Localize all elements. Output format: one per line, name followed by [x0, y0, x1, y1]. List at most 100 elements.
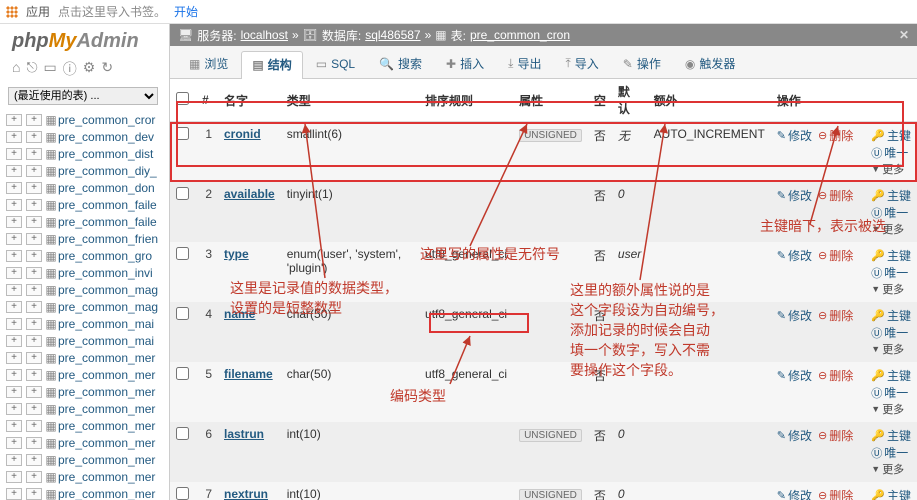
close-icon[interactable]: ✕: [899, 28, 909, 42]
primary-action[interactable]: 🔑主键: [871, 487, 911, 500]
expand-icon[interactable]: +: [26, 386, 42, 398]
more-action[interactable]: 更多: [871, 401, 911, 417]
primary-action[interactable]: 🔑主键: [871, 187, 911, 204]
tree-item[interactable]: ++▦pre_common_mai: [4, 315, 169, 332]
apps-grid-icon[interactable]: [6, 6, 18, 18]
tree-item[interactable]: ++▦pre_common_don: [4, 179, 169, 196]
tab-导出[interactable]: ⤓导出: [497, 50, 552, 78]
column-link[interactable]: cronid: [224, 127, 261, 141]
row-checkbox[interactable]: [176, 487, 189, 500]
logout-icon[interactable]: ⎋: [26, 59, 37, 79]
tab-导入[interactable]: ⤒导入: [554, 50, 609, 78]
expand-icon[interactable]: +: [26, 267, 42, 279]
tree-item[interactable]: ++▦pre_common_gro: [4, 247, 169, 264]
expand-icon[interactable]: +: [26, 420, 42, 432]
primary-action[interactable]: 🔑主键: [871, 307, 911, 324]
bc-server[interactable]: localhost: [241, 28, 288, 42]
expand-icon[interactable]: +: [6, 301, 22, 313]
more-action[interactable]: 更多: [871, 341, 911, 357]
row-checkbox[interactable]: [176, 367, 189, 380]
apps-label[interactable]: 应用: [26, 3, 50, 20]
expand-icon[interactable]: +: [26, 148, 42, 160]
expand-icon[interactable]: +: [6, 182, 22, 194]
expand-icon[interactable]: +: [6, 165, 22, 177]
tab-浏览[interactable]: ▦浏览: [178, 50, 239, 78]
tree-item[interactable]: ++▦pre_common_mag: [4, 298, 169, 315]
tab-操作[interactable]: ✎操作: [612, 50, 672, 78]
phpmyadmin-logo[interactable]: phpMyAdmin: [0, 24, 169, 57]
expand-icon[interactable]: +: [26, 301, 42, 313]
expand-icon[interactable]: +: [6, 437, 22, 449]
expand-icon[interactable]: +: [6, 199, 22, 211]
expand-icon[interactable]: +: [26, 165, 42, 177]
drop-action[interactable]: ⊖删除: [818, 247, 853, 264]
primary-action[interactable]: 🔑主键: [871, 427, 911, 444]
docs-icon[interactable]: ⓘ: [63, 59, 77, 79]
expand-icon[interactable]: +: [26, 216, 42, 228]
expand-icon[interactable]: +: [26, 352, 42, 364]
edit-action[interactable]: ✎修改: [777, 127, 812, 144]
edit-action[interactable]: ✎修改: [777, 247, 812, 264]
edit-action[interactable]: ✎修改: [777, 427, 812, 444]
sql-icon[interactable]: ▭: [44, 59, 57, 79]
column-link[interactable]: available: [224, 187, 275, 201]
tree-item[interactable]: ++▦pre_common_mer: [4, 451, 169, 468]
tree-item[interactable]: ++▦pre_common_cror: [4, 111, 169, 128]
tree-item[interactable]: ++▦pre_common_mer: [4, 468, 169, 485]
unique-action[interactable]: Ⓤ唯一: [871, 144, 911, 161]
expand-icon[interactable]: +: [6, 216, 22, 228]
tree-item[interactable]: ++▦pre_common_mer: [4, 383, 169, 400]
expand-icon[interactable]: +: [26, 284, 42, 296]
more-action[interactable]: 更多: [871, 221, 911, 237]
expand-icon[interactable]: +: [26, 488, 42, 500]
row-checkbox[interactable]: [176, 247, 189, 260]
column-link[interactable]: filename: [224, 367, 273, 381]
tree-item[interactable]: ++▦pre_common_mer: [4, 485, 169, 500]
unique-action[interactable]: Ⓤ唯一: [871, 264, 911, 281]
tree-item[interactable]: ++▦pre_common_mag: [4, 281, 169, 298]
expand-icon[interactable]: +: [6, 352, 22, 364]
expand-icon[interactable]: +: [26, 131, 42, 143]
tab-触发器[interactable]: ◉触发器: [674, 50, 747, 78]
recent-tables-select[interactable]: (最近使用的表) ...: [8, 87, 158, 105]
expand-icon[interactable]: +: [26, 437, 42, 449]
tab-插入[interactable]: ✚插入: [435, 50, 495, 78]
drop-action[interactable]: ⊖删除: [818, 487, 853, 500]
expand-icon[interactable]: +: [6, 267, 22, 279]
row-checkbox[interactable]: [176, 427, 189, 440]
unique-action[interactable]: Ⓤ唯一: [871, 324, 911, 341]
expand-icon[interactable]: +: [26, 182, 42, 194]
select-all-checkbox[interactable]: [176, 92, 189, 105]
edit-action[interactable]: ✎修改: [777, 307, 812, 324]
row-checkbox[interactable]: [176, 187, 189, 200]
primary-action[interactable]: 🔑主键: [871, 127, 911, 144]
expand-icon[interactable]: +: [26, 369, 42, 381]
tab-SQL[interactable]: ▭SQL: [305, 52, 366, 77]
bc-database[interactable]: sql486587: [365, 28, 420, 42]
column-link[interactable]: name: [224, 307, 255, 321]
drop-action[interactable]: ⊖删除: [818, 427, 853, 444]
expand-icon[interactable]: +: [6, 284, 22, 296]
expand-icon[interactable]: +: [6, 369, 22, 381]
drop-action[interactable]: ⊖删除: [818, 187, 853, 204]
expand-icon[interactable]: +: [6, 131, 22, 143]
tree-item[interactable]: ++▦pre_common_frien: [4, 230, 169, 247]
tree-item[interactable]: ++▦pre_common_mer: [4, 434, 169, 451]
tab-结构[interactable]: ▤结构: [241, 51, 302, 79]
row-checkbox[interactable]: [176, 307, 189, 320]
unique-action[interactable]: Ⓤ唯一: [871, 384, 911, 401]
expand-icon[interactable]: +: [6, 403, 22, 415]
edit-action[interactable]: ✎修改: [777, 187, 812, 204]
tree-item[interactable]: ++▦pre_common_faile: [4, 213, 169, 230]
expand-icon[interactable]: +: [6, 386, 22, 398]
edit-action[interactable]: ✎修改: [777, 367, 812, 384]
column-link[interactable]: type: [224, 247, 249, 261]
expand-icon[interactable]: +: [26, 454, 42, 466]
home-icon[interactable]: ⌂: [12, 59, 20, 79]
tree-item[interactable]: ++▦pre_common_mer: [4, 400, 169, 417]
expand-icon[interactable]: +: [6, 114, 22, 126]
expand-icon[interactable]: +: [6, 335, 22, 347]
column-link[interactable]: lastrun: [224, 427, 264, 441]
expand-icon[interactable]: +: [26, 403, 42, 415]
expand-icon[interactable]: +: [26, 471, 42, 483]
